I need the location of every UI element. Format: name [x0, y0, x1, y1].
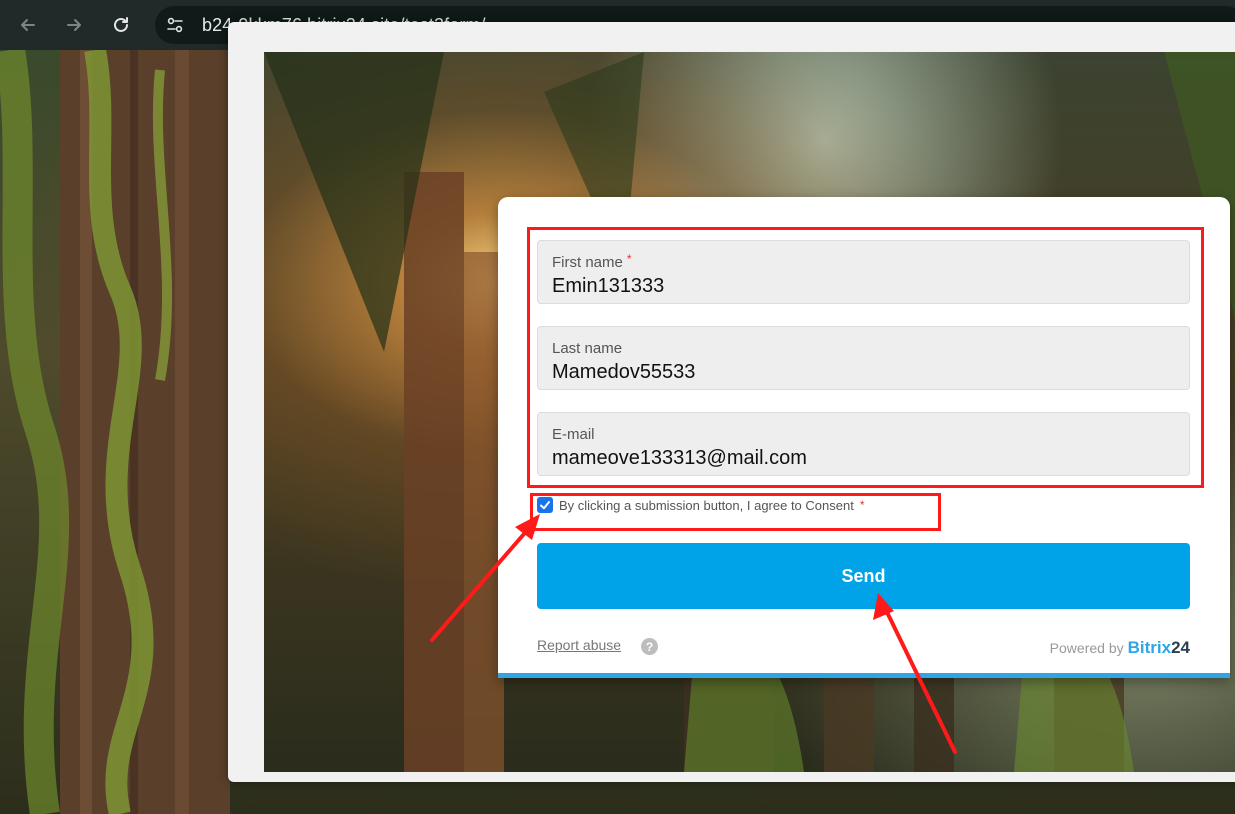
bitrix24-logo[interactable]: Bitrix24	[1128, 638, 1190, 657]
last-name-input[interactable]	[552, 361, 1152, 384]
forward-arrow-icon[interactable]	[60, 11, 88, 39]
help-icon[interactable]: ?	[641, 638, 658, 655]
email-field[interactable]: E-mail	[537, 412, 1190, 476]
first-name-label: First name *	[552, 252, 632, 271]
site-settings-icon[interactable]	[165, 15, 185, 35]
email-input[interactable]	[552, 447, 1152, 470]
last-name-label: Last name	[552, 340, 623, 357]
reload-icon[interactable]	[107, 11, 135, 39]
first-name-input[interactable]	[552, 275, 1152, 298]
send-button[interactable]: Send	[537, 543, 1190, 609]
last-name-field[interactable]: Last name	[537, 326, 1190, 390]
checkmark-icon	[540, 501, 550, 510]
first-name-field[interactable]: First name *	[537, 240, 1190, 304]
form-card: First name* Last name E-mail By clicking…	[498, 197, 1230, 678]
consent-required-marker: *	[859, 498, 865, 512]
consent-text[interactable]: By clicking a submission button, I agree…	[559, 498, 854, 513]
powered-by-label: Powered by	[1049, 640, 1124, 656]
email-label: E-mail	[552, 426, 595, 443]
powered-by: Powered by Bitrix24	[1050, 638, 1190, 658]
required-marker: *	[626, 252, 632, 266]
consent-checkbox[interactable]	[537, 497, 553, 513]
consent-row: By clicking a submission button, I agree…	[537, 497, 865, 513]
report-abuse-link[interactable]: Report abuse	[537, 637, 621, 653]
back-arrow-icon[interactable]	[14, 11, 42, 39]
